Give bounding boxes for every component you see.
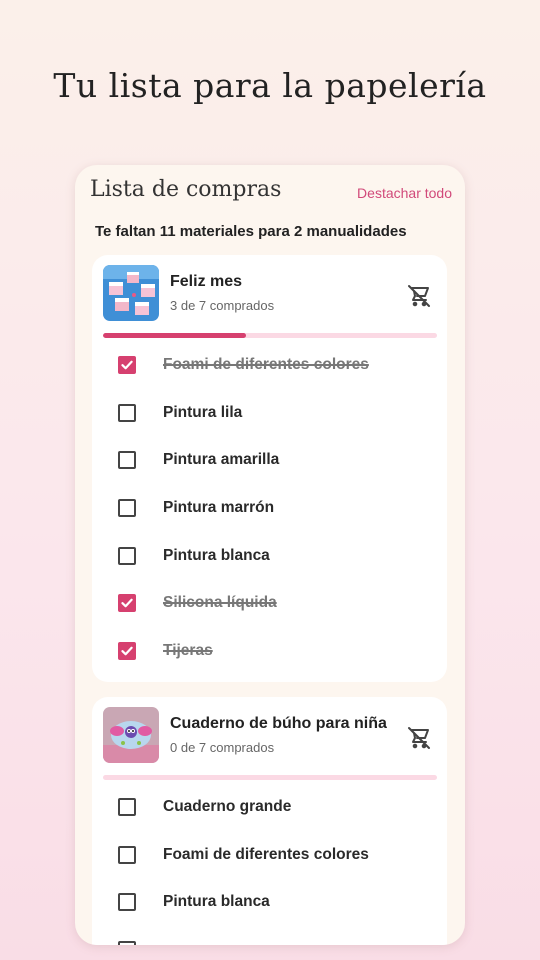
owl-notebook-photo-icon — [103, 707, 159, 763]
material-label: Pintura blanca — [163, 893, 270, 911]
material-item[interactable]: Tijeras — [92, 628, 447, 676]
project-card: Feliz mes 3 de 7 comprados Foami de dife… — [92, 255, 447, 682]
material-item[interactable]: Pintura marrón — [92, 485, 447, 533]
checkbox-icon[interactable] — [118, 499, 136, 518]
material-label: Pintura amarilla — [163, 451, 280, 469]
checkbox-icon[interactable] — [118, 798, 136, 816]
material-item[interactable]: Pintura blanca — [92, 533, 447, 581]
project-progress-bar — [103, 333, 437, 338]
material-list: Foami de diferentes colores Pintura lila… — [92, 339, 447, 676]
material-item[interactable]: Cuaderno grande — [92, 784, 447, 832]
project-title: Cuaderno de búho para niña — [170, 715, 387, 732]
project-thumbnail[interactable] — [103, 707, 159, 763]
checkbox-icon[interactable] — [118, 642, 136, 661]
material-label: Cuaderno grande — [163, 798, 292, 815]
material-item[interactable]: Pintura blanca — [92, 879, 447, 927]
material-item[interactable]: Foami de diferentes colores — [92, 342, 447, 390]
material-item[interactable]: Pintura amarilla — [92, 437, 447, 485]
material-label: Tijeras — [163, 642, 213, 660]
app-screen: Lista de compras Destachar todo Te falta… — [75, 165, 465, 945]
checkbox-icon[interactable] — [118, 356, 136, 374]
material-label: Pintura lila — [163, 403, 243, 421]
material-item[interactable]: Pintura lila — [92, 390, 447, 438]
page-headline: Tu lista para la papelería — [53, 66, 487, 105]
material-label: Foami de diferentes colores — [163, 356, 369, 373]
checkbox-icon[interactable] — [118, 893, 136, 912]
project-progress-text: 0 de 7 comprados — [170, 740, 275, 755]
project-progress-text: 3 de 7 comprados — [170, 298, 275, 313]
checkbox-icon[interactable] — [118, 403, 136, 422]
checkbox-icon[interactable] — [118, 594, 136, 613]
project-thumbnail[interactable] — [103, 265, 159, 321]
progress-fill — [103, 333, 247, 338]
app-title: Lista de compras — [90, 177, 282, 202]
checkbox-icon[interactable] — [118, 451, 136, 470]
material-item[interactable] — [92, 927, 447, 945]
material-item[interactable]: Foami de diferentes colores — [92, 832, 447, 880]
checkbox-icon[interactable] — [118, 941, 136, 945]
material-label: Pintura marrón — [163, 499, 275, 517]
checkbox-icon[interactable] — [118, 845, 136, 864]
project-card: Cuaderno de búho para niña 0 de 7 compra… — [92, 697, 447, 945]
remove-shopping-cart-icon[interactable] — [405, 723, 433, 751]
unmark-all-button[interactable]: Destachar todo — [357, 185, 452, 201]
project-card-header: Feliz mes 3 de 7 comprados — [92, 255, 447, 339]
cake-cards-photo-icon — [103, 265, 159, 321]
project-card-header: Cuaderno de búho para niña 0 de 7 compra… — [92, 697, 447, 781]
material-label: Silicona líquida — [163, 594, 277, 612]
project-title: Feliz mes — [170, 273, 243, 290]
material-item[interactable]: Silicona líquida — [92, 580, 447, 628]
material-list: Cuaderno grande Foami de diferentes colo… — [92, 781, 447, 945]
remove-shopping-cart-icon[interactable] — [405, 281, 433, 309]
summary-text: Te faltan 11 materiales para 2 manualida… — [95, 223, 407, 240]
project-progress-bar — [103, 775, 437, 780]
checkbox-icon[interactable] — [118, 546, 136, 565]
material-label: Pintura blanca — [163, 546, 270, 564]
material-label: Foami de diferentes colores — [163, 845, 369, 863]
app-bar: Lista de compras Destachar todo — [75, 165, 465, 219]
